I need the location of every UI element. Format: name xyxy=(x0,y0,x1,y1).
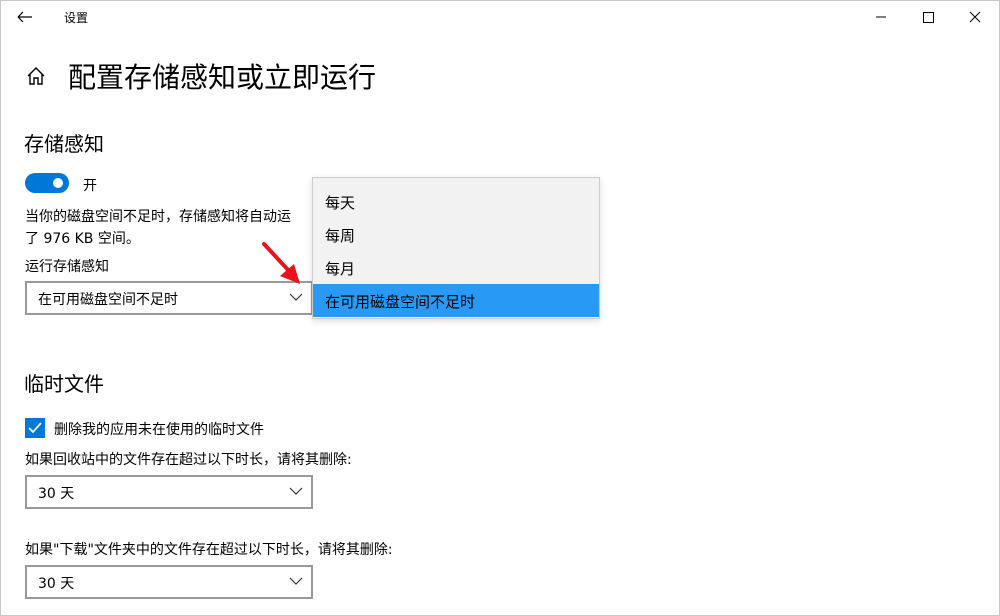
delete-temp-files-checkbox[interactable] xyxy=(25,418,45,438)
dropdown-option-monthly[interactable]: 每月 xyxy=(313,251,599,284)
downloads-folder-label: 如果"下载"文件夹中的文件存在超过以下时长，请将其删除: xyxy=(25,542,393,558)
recycle-select-value: 30 天 xyxy=(38,486,75,502)
chevron-down-icon xyxy=(289,293,303,301)
annotation-arrow-icon xyxy=(262,242,300,284)
temp-files-heading: 临时文件 xyxy=(24,372,104,396)
chevron-down-icon xyxy=(289,487,303,495)
close-icon xyxy=(969,11,981,23)
minimize-button[interactable] xyxy=(858,0,904,34)
back-arrow-icon xyxy=(17,11,32,23)
download-select-value: 30 天 xyxy=(38,576,75,592)
minimize-icon xyxy=(876,16,886,18)
dropdown-option-low-disk[interactable]: 在可用磁盘空间不足时 xyxy=(313,284,599,317)
delete-temp-files-label: 删除我的应用未在使用的临时文件 xyxy=(54,422,264,438)
window-title: 设置 xyxy=(64,11,89,25)
run-frequency-dropdown: 每天 每周 每月 在可用磁盘空间不足时 xyxy=(312,177,600,319)
back-button[interactable] xyxy=(10,4,40,30)
run-select-value: 在可用磁盘空间不足时 xyxy=(38,292,178,308)
close-button[interactable] xyxy=(952,0,998,34)
checkmark-icon xyxy=(28,422,42,434)
toggle-state-label: 开 xyxy=(83,178,97,194)
dropdown-option-daily[interactable]: 每天 xyxy=(313,185,599,218)
storage-sense-toggle[interactable] xyxy=(25,173,69,193)
maximize-button[interactable] xyxy=(905,0,951,34)
maximize-icon xyxy=(923,12,934,23)
page-title: 配置存储感知或立即运行 xyxy=(68,61,377,94)
downloads-duration-select[interactable]: 30 天 xyxy=(25,565,313,599)
storage-sense-heading: 存储感知 xyxy=(24,132,104,156)
title-bar: 设置 xyxy=(0,0,1000,34)
recycle-bin-label: 如果回收站中的文件存在超过以下时长，请将其删除: xyxy=(25,452,352,468)
home-icon[interactable] xyxy=(24,64,48,88)
dropdown-option-weekly[interactable]: 每周 xyxy=(313,218,599,251)
recycle-bin-duration-select[interactable]: 30 天 xyxy=(25,475,313,509)
chevron-down-icon xyxy=(289,577,303,585)
storage-sense-description-cont: 了 976 KB 空间。 xyxy=(25,231,140,247)
run-storage-sense-label: 运行存储感知 xyxy=(25,259,109,275)
toggle-knob xyxy=(53,178,63,188)
storage-sense-description: 当你的磁盘空间不足时，存储感知将自动运 xyxy=(25,209,291,225)
